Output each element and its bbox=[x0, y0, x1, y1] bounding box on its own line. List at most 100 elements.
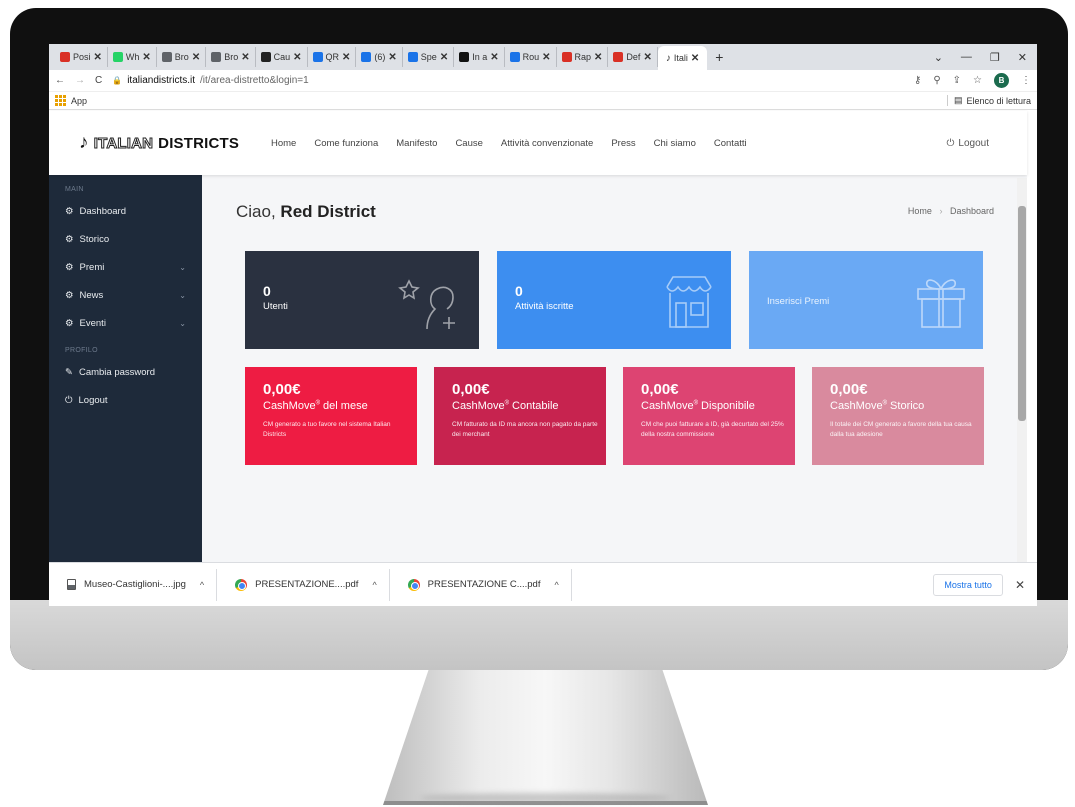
reading-list[interactable]: ▤ Elenco di lettura bbox=[946, 95, 1031, 106]
close-icon[interactable]: ✕ bbox=[691, 53, 699, 64]
cashmove-kind: del mese bbox=[320, 400, 368, 412]
tab[interactable]: Rap ✕ bbox=[557, 47, 609, 67]
close-icon[interactable]: ✕ bbox=[1015, 578, 1025, 592]
back-icon[interactable]: ← bbox=[55, 75, 65, 86]
sidebar-item[interactable]: ⚙ News ⌄ bbox=[49, 281, 202, 309]
cashmove-kind: Disponibile bbox=[698, 400, 755, 412]
nav-link[interactable]: Attività convenzionate bbox=[501, 138, 593, 149]
close-icon[interactable]: ✕ bbox=[388, 52, 396, 63]
stat-card-prizes[interactable]: Inserisci Premi bbox=[749, 251, 983, 349]
cashmove-kind: Storico bbox=[887, 400, 925, 412]
close-icon[interactable]: ✕ bbox=[440, 52, 448, 63]
sidebar-item[interactable]: ⚙ Premi ⌄ bbox=[49, 253, 202, 281]
close-icon[interactable]: ✕ bbox=[594, 52, 602, 63]
forward-icon[interactable]: → bbox=[75, 75, 85, 86]
close-icon[interactable]: ✕ bbox=[94, 52, 102, 63]
nav-link[interactable]: Manifesto bbox=[396, 138, 437, 149]
cashmove-description: CM generato a tuo favore nel sistema Ita… bbox=[263, 421, 391, 438]
district-logo-icon: ♪ bbox=[79, 132, 89, 153]
tab[interactable]: Bro ✕ bbox=[157, 47, 207, 67]
edit-icon: ✎ bbox=[65, 366, 73, 378]
show-all-button[interactable]: Mostra tutto bbox=[933, 573, 1003, 596]
tab[interactable]: Bro ✕ bbox=[206, 47, 256, 67]
page-scrollbar[interactable] bbox=[1017, 178, 1027, 606]
new-tab-icon[interactable]: + bbox=[715, 49, 723, 65]
tab[interactable]: (6) ✕ bbox=[356, 47, 403, 67]
sidebar-item[interactable]: ⚙ Dashboard bbox=[49, 197, 202, 225]
sidebar-item[interactable]: ⚙ Storico bbox=[49, 225, 202, 253]
chevron-down-icon[interactable]: ⌄ bbox=[934, 51, 943, 64]
reload-icon[interactable]: C bbox=[95, 75, 102, 86]
tab[interactable]: Rou ✕ bbox=[505, 47, 557, 67]
tab-favicon-icon bbox=[312, 52, 323, 62]
close-icon[interactable]: ✕ bbox=[490, 52, 498, 63]
gear-icon: ⚙ bbox=[65, 205, 74, 217]
stat-value: 0 bbox=[515, 283, 523, 299]
stat-card-activities: 0 Attività iscritte bbox=[497, 251, 731, 349]
nav-link[interactable]: Press bbox=[611, 138, 635, 149]
sidebar-item-logout[interactable]: ⏻ Logout bbox=[49, 386, 202, 414]
tab[interactable]: QR ✕ bbox=[308, 47, 357, 67]
user-star-icon bbox=[398, 279, 455, 330]
close-icon[interactable]: ✕ bbox=[542, 52, 550, 63]
chevron-up-icon[interactable]: ^ bbox=[200, 580, 204, 590]
close-icon[interactable]: ✕ bbox=[293, 52, 301, 63]
tab[interactable]: Cau ✕ bbox=[256, 47, 308, 67]
tab[interactable]: Def ✕ bbox=[608, 47, 658, 67]
breadcrumb: Home › Dashboard bbox=[908, 206, 994, 216]
header-logout-label: Logout bbox=[958, 137, 989, 149]
chevron-down-icon: ⌄ bbox=[179, 290, 186, 300]
sidebar-item-change-password[interactable]: ✎ Cambia password bbox=[49, 358, 202, 386]
close-window-icon[interactable]: ✕ bbox=[1018, 51, 1027, 64]
minimize-icon[interactable]: — bbox=[961, 51, 972, 64]
tab-active[interactable]: ♪ Itali ✕ bbox=[657, 46, 708, 70]
reading-list-icon: ▤ bbox=[953, 95, 963, 105]
download-item[interactable]: Museo-Castiglioni-....jpg ^ bbox=[49, 568, 218, 601]
gear-icon: ⚙ bbox=[65, 317, 74, 329]
url-field[interactable]: 🔒 italiandistricts.it/it/area-distretto&… bbox=[112, 75, 308, 86]
nav-link[interactable]: Contatti bbox=[714, 138, 747, 149]
header-logout[interactable]: ⏻ Logout bbox=[946, 138, 989, 149]
tab[interactable]: Posi ✕ bbox=[55, 47, 108, 67]
sidebar-item[interactable]: ⚙ Eventi ⌄ bbox=[49, 309, 202, 337]
chevron-up-icon[interactable]: ^ bbox=[554, 580, 558, 590]
download-item[interactable]: PRESENTAZIONE....pdf ^ bbox=[217, 568, 390, 601]
nav-link[interactable]: Come funziona bbox=[314, 138, 378, 149]
tab-label: In a bbox=[472, 52, 488, 62]
download-item[interactable]: PRESENTAZIONE C....pdf ^ bbox=[390, 568, 572, 601]
close-icon[interactable]: ✕ bbox=[142, 52, 150, 63]
nav-link[interactable]: Cause bbox=[455, 138, 482, 149]
gear-icon: ⚙ bbox=[65, 233, 74, 245]
zoom-icon[interactable]: ⚲ bbox=[933, 75, 940, 86]
bookmark-apps[interactable]: App bbox=[71, 96, 87, 106]
close-icon[interactable]: ✕ bbox=[241, 52, 249, 63]
sidebar-item-label: Cambia password bbox=[78, 366, 156, 378]
menu-icon[interactable]: ⋮ bbox=[1021, 75, 1031, 86]
star-icon[interactable]: ☆ bbox=[973, 75, 982, 86]
tab[interactable]: Wh ✕ bbox=[108, 47, 157, 67]
district-logo-icon: ♪ bbox=[665, 52, 671, 64]
sidebar-section-main: MAIN bbox=[65, 186, 84, 193]
nav-link[interactable]: Chi siamo bbox=[654, 138, 696, 149]
tab-favicon-icon bbox=[459, 52, 470, 62]
chevron-up-icon[interactable]: ^ bbox=[372, 580, 376, 590]
profile-avatar[interactable]: B bbox=[994, 73, 1009, 88]
breadcrumb-home[interactable]: Home bbox=[908, 206, 932, 216]
tab[interactable]: Spe ✕ bbox=[403, 47, 455, 67]
site-logo[interactable]: ♪ ITALIAN DISTRICTS bbox=[49, 132, 271, 154]
tab-favicon-icon bbox=[509, 52, 520, 62]
bookmarks-bar: App ▤ Elenco di lettura bbox=[49, 92, 1037, 110]
close-icon[interactable]: ✕ bbox=[342, 52, 350, 63]
key-icon[interactable]: ⚷ bbox=[914, 75, 921, 86]
scrollbar-thumb[interactable] bbox=[1018, 206, 1026, 421]
close-icon[interactable]: ✕ bbox=[643, 52, 651, 63]
stat-label: Attività iscritte bbox=[515, 301, 574, 312]
share-icon[interactable]: ⇪ bbox=[953, 75, 961, 86]
restore-icon[interactable]: ❐ bbox=[990, 51, 1000, 64]
address-bar: ← → C 🔒 italiandistricts.it/it/area-dist… bbox=[49, 70, 1037, 92]
sidebar-item-label: News bbox=[79, 289, 104, 301]
lock-icon: 🔒 bbox=[112, 76, 123, 85]
tab[interactable]: In a ✕ bbox=[454, 47, 505, 67]
nav-link[interactable]: Home bbox=[271, 138, 296, 149]
close-icon[interactable]: ✕ bbox=[192, 52, 200, 63]
